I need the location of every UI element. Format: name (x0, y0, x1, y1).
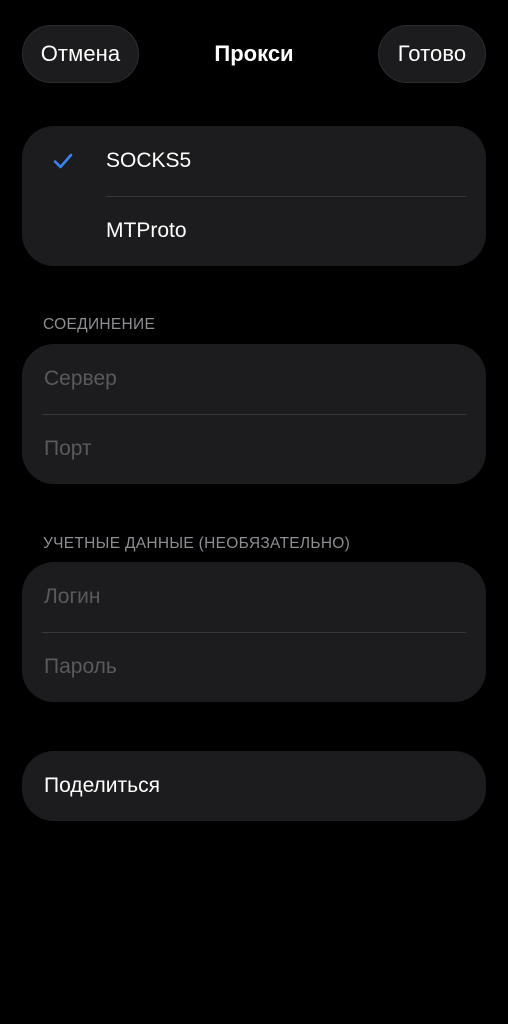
login-row: Логин (22, 562, 486, 632)
password-row: Пароль (22, 632, 486, 702)
share-button[interactable]: Поделиться (22, 751, 486, 821)
connection-group: Сервер Порт (22, 344, 486, 484)
password-input[interactable]: Пароль (44, 655, 464, 679)
credentials-section-header: УЧЕТНЫЕ ДАННЫЕ (НЕОБЯЗАТЕЛЬНО) (43, 535, 351, 552)
done-button[interactable]: Готово (378, 25, 486, 83)
connection-section-header: СОЕДИНЕНИЕ (43, 316, 156, 333)
credentials-group: Логин Пароль (22, 562, 486, 702)
protocol-option-label: MTProto (106, 219, 187, 242)
login-input[interactable]: Логин (44, 585, 464, 609)
checkmark-icon (52, 150, 74, 172)
share-label: Поделиться (44, 774, 160, 797)
navigation-bar: Отмена Прокси Готово (0, 0, 508, 110)
protocol-option-mtproto[interactable]: MTProto (22, 196, 486, 266)
server-input[interactable]: Сервер (44, 367, 464, 391)
port-row: Порт (22, 414, 486, 484)
server-row: Сервер (22, 344, 486, 414)
share-group: Поделиться (22, 751, 486, 821)
protocol-option-label: SOCKS5 (106, 149, 192, 172)
cancel-button[interactable]: Отмена (22, 25, 139, 83)
protocol-group: SOCKS5 MTProto (22, 126, 486, 266)
protocol-option-socks5[interactable]: SOCKS5 (22, 126, 486, 196)
page-title: Прокси (214, 41, 294, 66)
port-input[interactable]: Порт (44, 437, 464, 461)
